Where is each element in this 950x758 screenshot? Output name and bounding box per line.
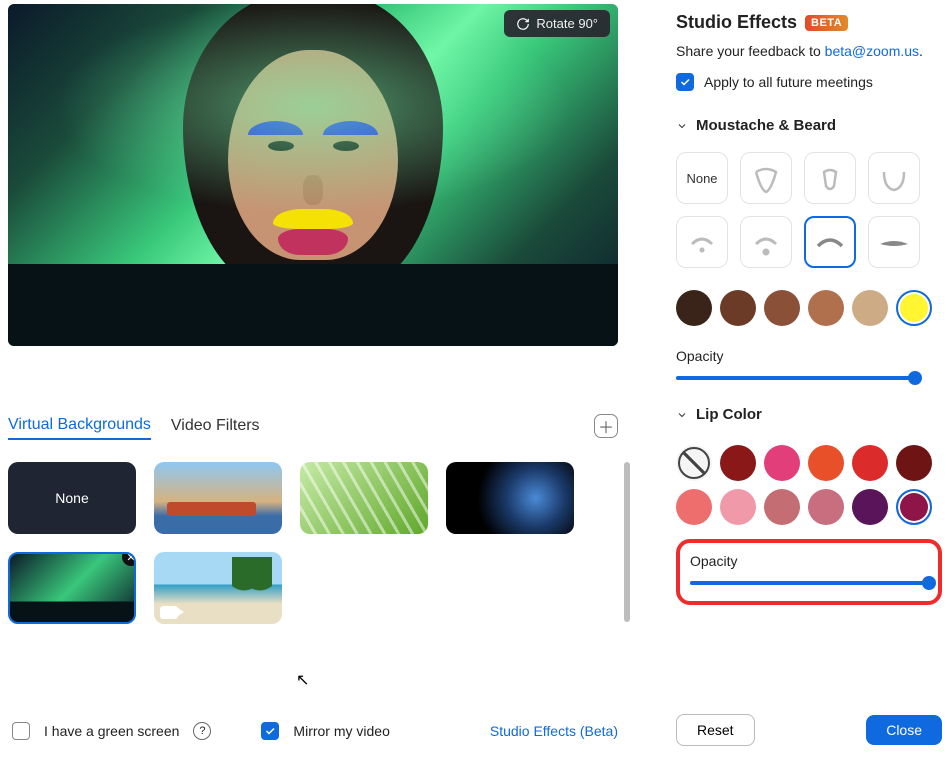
studio-effects-link[interactable]: Studio Effects (Beta) [490,723,618,739]
lip-color-swatch[interactable] [808,489,844,525]
close-button[interactable]: Close [866,715,942,745]
lip-color-swatch[interactable] [896,445,932,481]
mirror-video-checkbox[interactable] [261,722,279,740]
beard-color-row [676,290,942,326]
opacity-label-moustache: Opacity [676,348,942,364]
slider-thumb[interactable] [908,371,922,385]
moustache-section-toggle[interactable]: Moustache & Beard [676,117,942,134]
mirror-video-label: Mirror my video [293,723,389,739]
feedback-text: Share your feedback to [676,43,825,59]
lip-color-swatch[interactable] [764,445,800,481]
lip-color-swatch[interactable] [896,489,932,525]
beard-color-swatch[interactable] [720,290,756,326]
lip-color-swatch[interactable] [852,489,888,525]
rotate-button[interactable]: Rotate 90° [504,10,610,37]
bg-option-bridge[interactable] [154,462,282,534]
chevron-down-icon [676,120,688,132]
chevron-down-icon [676,409,688,421]
green-screen-checkbox[interactable] [12,722,30,740]
beard-shape-option-0[interactable]: None [676,152,728,204]
opacity-label-lip: Opacity [690,553,926,569]
tab-virtual-backgrounds[interactable]: Virtual Backgrounds [8,412,151,440]
beta-badge: BETA [805,15,848,31]
bg-option-none[interactable]: None [8,462,136,534]
moustache-effect [273,209,353,229]
beard-color-swatch[interactable] [676,290,712,326]
beard-color-swatch[interactable] [852,290,888,326]
eyebrow-effect [248,121,303,135]
help-icon[interactable]: ? [193,722,211,740]
beard-color-swatch[interactable] [764,290,800,326]
lip-color-effect [278,229,348,255]
remove-bg-button[interactable]: ✕ [122,552,136,566]
lip-color-swatch[interactable] [720,445,756,481]
bg-option-aurora[interactable]: ✕ [8,552,136,624]
beard-color-swatch[interactable] [808,290,844,326]
apply-future-checkbox[interactable] [676,73,694,91]
lip-color-none[interactable] [676,445,712,481]
lip-color-swatch[interactable] [676,489,712,525]
opacity-slider-lip[interactable] [690,581,930,585]
rotate-icon [516,17,530,31]
green-screen-label: I have a green screen [44,723,179,739]
beard-shape-option-4[interactable] [676,216,728,268]
beard-color-swatch[interactable] [896,290,932,326]
lip-section-toggle[interactable]: Lip Color [676,406,942,423]
reset-button[interactable]: Reset [676,714,755,746]
studio-effects-title: Studio Effects [676,12,797,33]
beard-shape-option-5[interactable] [740,216,792,268]
add-background-button[interactable]: ＋ [594,414,618,438]
bg-option-grass[interactable] [300,462,428,534]
beard-shape-option-7[interactable] [868,216,920,268]
lip-opacity-highlight: Opacity [676,539,942,605]
beard-shape-option-1[interactable] [740,152,792,204]
rotate-label: Rotate 90° [536,16,598,31]
background-grid: None ✕ [8,462,608,624]
video-preview: Rotate 90° [8,4,618,346]
bg-option-earth[interactable] [446,462,574,534]
video-bg-icon [16,604,34,617]
lip-color-swatch[interactable] [808,445,844,481]
slider-thumb[interactable] [922,576,936,590]
bg-option-beach[interactable] [154,552,282,624]
feedback-email-link[interactable]: beta@zoom.us [825,43,919,59]
beard-shape-option-3[interactable] [868,152,920,204]
scrollbar[interactable] [624,462,630,622]
lip-color-swatch[interactable] [764,489,800,525]
lip-color-swatch[interactable] [720,489,756,525]
opacity-slider-moustache[interactable] [676,376,916,380]
apply-future-label: Apply to all future meetings [704,74,873,90]
video-bg-icon [160,606,178,619]
lip-color-row [676,445,942,525]
beard-shape-option-6[interactable] [804,216,856,268]
beard-shape-option-2[interactable] [804,152,856,204]
beard-shape-grid: None [676,152,942,268]
lip-color-swatch[interactable] [852,445,888,481]
tab-video-filters[interactable]: Video Filters [171,413,260,439]
